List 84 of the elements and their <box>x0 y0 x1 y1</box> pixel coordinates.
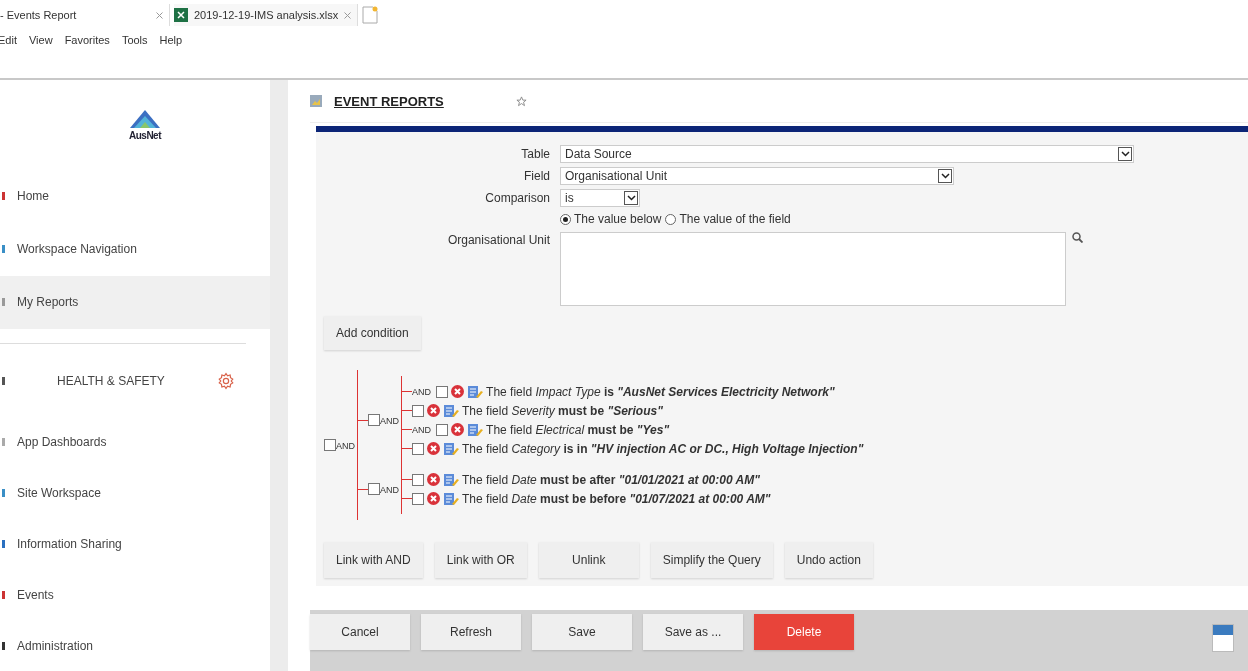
checkbox[interactable] <box>436 385 449 398</box>
menu-item[interactable]: Tools <box>121 34 148 46</box>
checkbox[interactable] <box>412 404 425 417</box>
remove-icon[interactable] <box>427 404 441 417</box>
browser-tab[interactable]: 2019-12-19-IMS analysis.xlsx <box>174 4 359 26</box>
search-icon[interactable] <box>1072 232 1083 243</box>
checkbox[interactable] <box>368 483 380 495</box>
field-label: Field <box>523 168 550 185</box>
close-icon[interactable] <box>344 11 352 19</box>
checkbox[interactable] <box>412 473 425 486</box>
footer-button[interactable]: Refresh <box>421 614 521 650</box>
condition-text: The field Impact Type is "AusNet Services Electricity Network" <box>486 384 835 399</box>
edit-icon[interactable] <box>443 441 460 456</box>
logo-text: AusNet <box>129 129 161 141</box>
logo-icon <box>130 109 160 130</box>
edit-icon[interactable] <box>467 422 484 437</box>
edit-icon[interactable] <box>443 403 460 418</box>
field-select[interactable]: Organisational Unit <box>560 167 954 185</box>
checkbox[interactable] <box>368 414 380 426</box>
nav-item[interactable]: Events <box>0 569 270 621</box>
operator-label: AND <box>336 441 355 451</box>
browser-tab[interactable]: - Events Report <box>0 4 170 26</box>
caret-icon <box>938 169 952 183</box>
condition-text: The field Date must be before "01/07/2021 at 00:00 AM" <box>462 491 771 506</box>
radio-label: The value below <box>574 211 662 228</box>
operator-label: AND <box>380 485 400 495</box>
condition-text: The field Date must be after "01/01/2021 at 00:00 AM" <box>462 472 760 487</box>
operator-label: AND <box>412 424 432 435</box>
delete-button[interactable]: Delete <box>754 614 854 650</box>
page-title: EVENT REPORTS <box>334 93 445 109</box>
caret-icon <box>1118 147 1132 161</box>
condition-text: The field Severity must be "Serious" <box>462 403 663 418</box>
menu-item[interactable]: View <box>28 34 53 46</box>
remove-icon[interactable] <box>451 385 465 398</box>
operator-label: AND <box>380 416 400 426</box>
section-title: HEALTH & SAFETY <box>57 374 166 389</box>
spreadsheet-icon <box>174 8 188 22</box>
query-button[interactable]: Unlink <box>538 542 639 578</box>
remove-icon[interactable] <box>427 473 441 486</box>
checkbox[interactable] <box>412 442 425 455</box>
unit-input[interactable] <box>560 232 1066 306</box>
footer-button[interactable]: Save <box>532 614 632 650</box>
remove-icon[interactable] <box>427 442 441 455</box>
star-icon[interactable] <box>516 95 527 107</box>
report-icon <box>310 95 322 107</box>
query-button[interactable]: Undo action <box>784 542 873 578</box>
comparison-select[interactable]: is <box>560 189 640 207</box>
gear-icon[interactable] <box>217 372 235 391</box>
radio-button[interactable] <box>560 213 571 225</box>
radio-label: The value of the field <box>679 211 791 228</box>
nav-item[interactable]: Workspace Navigation <box>0 222 270 276</box>
checkbox[interactable] <box>324 439 336 451</box>
checkbox[interactable] <box>436 423 449 436</box>
remove-icon[interactable] <box>451 423 465 436</box>
query-button[interactable]: Link with OR <box>434 542 527 578</box>
query-button[interactable]: Link with AND <box>324 542 423 578</box>
remove-icon[interactable] <box>427 492 441 505</box>
edit-icon[interactable] <box>443 491 460 506</box>
text-field-icon[interactable] <box>1212 624 1234 652</box>
checkbox[interactable] <box>412 492 425 505</box>
nav-item[interactable]: Site Workspace <box>0 467 270 519</box>
table-select[interactable]: Data Source <box>560 145 1134 163</box>
field-label: Comparison <box>484 190 550 207</box>
nav-item[interactable]: Home <box>0 170 270 223</box>
nav-item[interactable]: My Reports <box>0 275 270 329</box>
operator-label: AND <box>412 386 432 397</box>
menu-item[interactable]: Help <box>159 34 183 46</box>
condition-text: The field Category is in "HV injection AC or DC., High Voltage Injection" <box>462 441 864 456</box>
menu-item[interactable]: Favorites <box>64 34 110 46</box>
footer-button[interactable]: Save as ... <box>643 614 743 650</box>
field-label: Table <box>520 146 550 163</box>
condition-text: The field Electrical must be "Yes" <box>486 422 670 437</box>
caret-icon <box>624 191 638 205</box>
nav-item[interactable]: Administration <box>0 620 270 671</box>
close-icon[interactable] <box>156 11 163 19</box>
nav-item[interactable]: Information Sharing <box>0 518 270 570</box>
nav-item[interactable]: App Dashboards <box>0 416 270 468</box>
edit-icon[interactable] <box>443 472 460 487</box>
radio-button[interactable] <box>665 213 677 225</box>
field-label: Organisational Unit <box>446 232 550 249</box>
query-button[interactable]: Simplify the Query <box>650 542 773 578</box>
footer-button[interactable]: Cancel <box>310 614 410 650</box>
edit-icon[interactable] <box>467 384 484 399</box>
add-condition-button[interactable]: Add condition <box>324 316 421 350</box>
